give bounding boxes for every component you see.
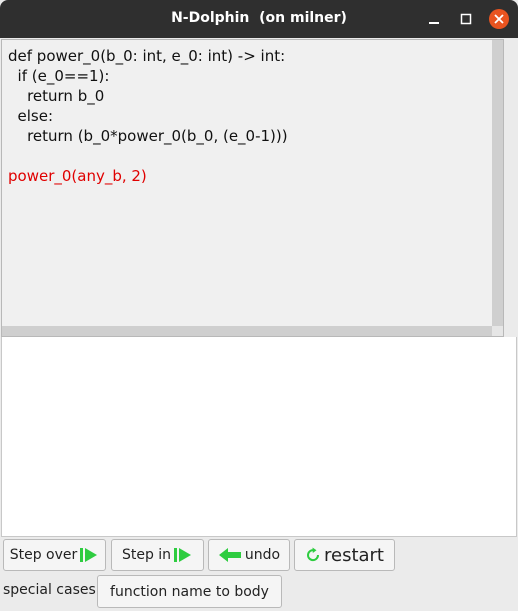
left-arrow-icon [218, 548, 241, 562]
function-name-to-body-label: function name to body [110, 583, 269, 600]
code-line: power_0(any_b, 2) [8, 167, 147, 185]
step-in-button[interactable]: Step in [111, 539, 204, 571]
minimize-button[interactable] [424, 9, 444, 29]
scrollbar-corner [492, 326, 503, 336]
code-lines: def power_0(b_0: int, e_0: int) -> int: … [8, 46, 288, 186]
restart-label: restart [323, 544, 384, 566]
maximize-button[interactable] [456, 9, 476, 29]
output-panel [1, 337, 517, 537]
minimize-icon [429, 22, 439, 24]
close-icon [494, 14, 504, 24]
step-over-label: Step over [9, 547, 78, 563]
code-line: return b_0 [8, 87, 105, 105]
code-line: if (e_0==1): [8, 67, 110, 85]
special-cases-label: special cases: [3, 582, 101, 598]
step-over-button[interactable]: Step over [3, 539, 106, 571]
play-bar-icon [174, 548, 192, 562]
vertical-scrollbar[interactable] [492, 40, 503, 326]
play-bar-icon [80, 548, 98, 562]
title-bar: N-Dolphin (on milner) [0, 0, 518, 38]
step-in-label: Step in [121, 547, 172, 563]
function-name-to-body-button[interactable]: function name to body [97, 575, 282, 608]
circular-arrow-icon [306, 547, 319, 562]
horizontal-scrollbar[interactable] [2, 326, 492, 336]
code-line: return (b_0*power_0(b_0, (e_0-1))) [8, 127, 288, 145]
code-editor[interactable]: def power_0(b_0: int, e_0: int) -> int: … [1, 39, 504, 337]
undo-label: undo [244, 547, 281, 563]
restart-button[interactable]: restart [294, 539, 395, 571]
code-line: def power_0(b_0: int, e_0: int) -> int: [8, 47, 286, 65]
code-line: else: [8, 107, 54, 125]
close-button[interactable] [489, 9, 509, 29]
maximize-icon [460, 13, 472, 25]
undo-button[interactable]: undo [208, 539, 290, 571]
